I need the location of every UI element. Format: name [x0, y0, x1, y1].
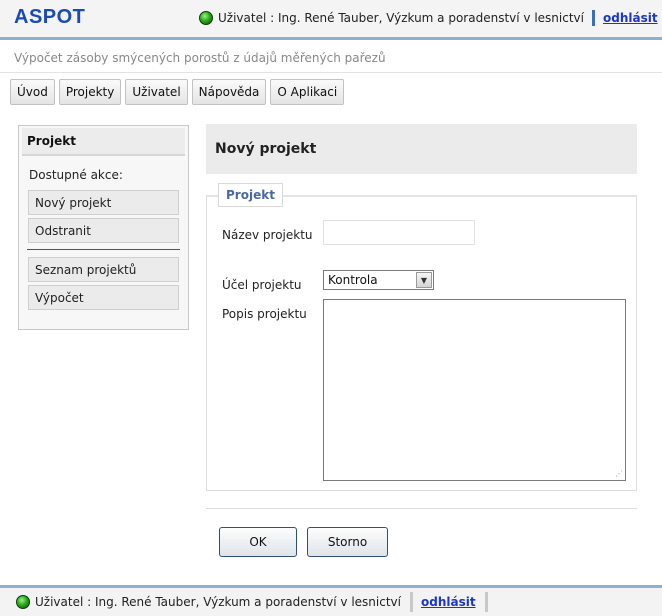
description-label: Popis projektu — [222, 307, 307, 321]
separator — [409, 592, 413, 612]
project-description-textarea[interactable]: ⋰ — [323, 299, 626, 481]
nav-o-aplikaci[interactable]: O Aplikaci — [270, 79, 345, 105]
purpose-label: Účel projektu — [222, 278, 302, 292]
button-divider — [206, 508, 637, 509]
ok-button[interactable]: OK — [219, 527, 297, 557]
sidebar-divider — [27, 249, 180, 250]
user-bar: Uživatel : Ing. René Tauber, Výzkum a po… — [199, 10, 658, 26]
header: ASPOT Uživatel : Ing. René Tauber, Výzku… — [0, 0, 662, 40]
sidebar-item-vypocet[interactable]: Výpočet — [28, 285, 179, 310]
sidebar-item-novy-projekt[interactable]: Nový projekt — [28, 190, 179, 215]
online-status-icon — [16, 595, 30, 609]
resize-grip-icon[interactable]: ⋰ — [615, 470, 623, 478]
main-nav: Úvod Projekty Uživatel Nápověda O Aplika… — [10, 79, 345, 105]
cancel-button[interactable]: Storno — [307, 527, 388, 557]
sidebar-item-seznam-projektu[interactable]: Seznam projektů — [28, 257, 179, 282]
page-title: Nový projekt — [206, 124, 637, 174]
fieldset-legend: Projekt — [218, 183, 283, 207]
logout-link[interactable]: odhlásit — [603, 11, 658, 25]
sidebar: Projekt Dostupné akce: Nový projekt Odst… — [18, 125, 189, 330]
separator — [484, 592, 488, 612]
online-status-icon — [199, 11, 213, 25]
purpose-selected-value: Kontrola — [328, 273, 378, 287]
nav-uzivatel[interactable]: Uživatel — [125, 79, 188, 105]
app-subtitle: Výpočet zásoby smýcených porostů z údajů… — [0, 43, 662, 73]
separator — [591, 10, 595, 26]
user-info: Uživatel : Ing. René Tauber, Výzkum a po… — [218, 11, 584, 25]
nav-projekty[interactable]: Projekty — [58, 79, 122, 105]
footer: Uživatel : Ing. René Tauber, Výzkum a po… — [0, 585, 662, 616]
app-logo: ASPOT — [14, 6, 86, 28]
name-label: Název projektu — [222, 228, 313, 242]
chevron-down-icon[interactable]: ▼ — [416, 272, 432, 288]
footer-logout-link[interactable]: odhlásit — [421, 595, 476, 609]
footer-user-info: Uživatel : Ing. René Tauber, Výzkum a po… — [35, 595, 401, 609]
project-purpose-select[interactable]: Kontrola ▼ — [323, 270, 434, 290]
sidebar-actions-label: Dostupné akce: — [29, 168, 123, 182]
nav-uvod[interactable]: Úvod — [10, 79, 55, 105]
sidebar-title: Projekt — [22, 128, 185, 156]
sidebar-item-odstranit[interactable]: Odstranit — [28, 218, 179, 243]
nav-napoveda[interactable]: Nápověda — [191, 79, 267, 105]
project-name-input[interactable] — [323, 220, 475, 245]
